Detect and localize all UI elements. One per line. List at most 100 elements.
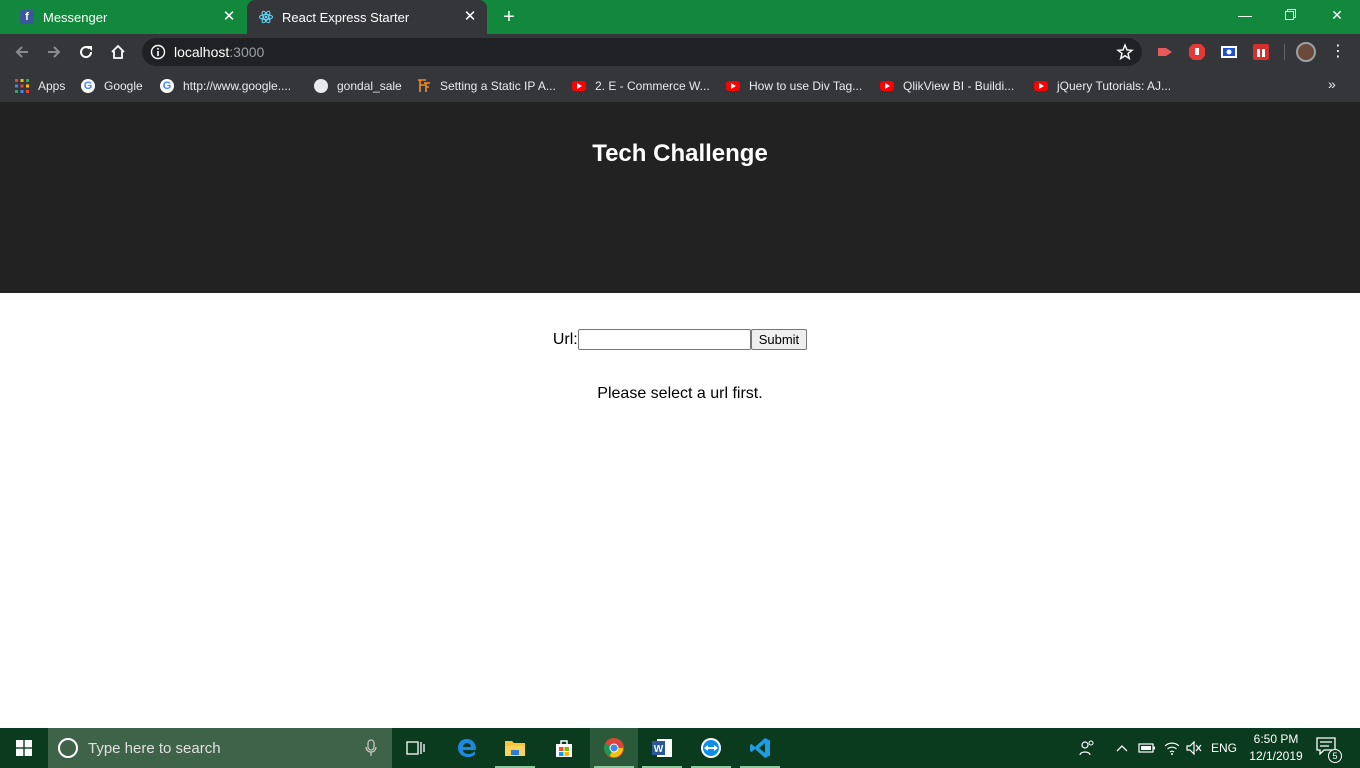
close-icon[interactable]: ✕ xyxy=(461,8,479,26)
page-title: Tech Challenge xyxy=(592,140,768,167)
extension-adblock-icon[interactable] xyxy=(1188,43,1206,61)
bookmark-label: http://www.google.... xyxy=(183,79,292,93)
submit-button[interactable]: Submit xyxy=(750,329,808,350)
browser-tabstrip: f Messenger ✕ React Express Starter ✕ + … xyxy=(0,0,1360,34)
edge-icon xyxy=(458,739,476,757)
notification-count-badge: 5 xyxy=(1328,749,1342,763)
extension-cast-icon[interactable] xyxy=(1156,43,1174,61)
language-indicator[interactable]: ENG xyxy=(1208,728,1240,768)
extension-gift-icon[interactable] xyxy=(1252,43,1270,61)
teamviewer-icon xyxy=(701,738,721,758)
people-icon[interactable] xyxy=(1074,728,1100,768)
youtube-icon xyxy=(879,78,895,94)
task-view-button[interactable] xyxy=(392,728,440,768)
youtube-icon xyxy=(571,78,587,94)
home-icon xyxy=(111,44,125,59)
folder-icon xyxy=(505,741,525,756)
bookmark-label: Apps xyxy=(38,79,66,93)
back-button[interactable] xyxy=(8,38,36,66)
minimize-button[interactable]: — xyxy=(1222,0,1268,30)
volume-muted-icon[interactable] xyxy=(1183,728,1205,768)
youtube-icon xyxy=(725,78,741,94)
arrow-right-icon xyxy=(48,46,61,58)
bookmark-label: QlikView BI - Buildi... xyxy=(903,79,1015,93)
tab-title: Messenger xyxy=(43,9,108,25)
bookmark-label: How to use Div Tag... xyxy=(749,79,863,93)
site-icon xyxy=(416,78,432,94)
windows-taskbar: Type here to search W ENG 6:50 PM 12/1/2… xyxy=(0,728,1360,768)
bookmark-label: jQuery Tutorials: AJ... xyxy=(1057,79,1172,93)
taskbar-vscode[interactable] xyxy=(736,728,784,768)
bookmark-label: Setting a Static IP A... xyxy=(440,79,556,93)
page-header: Tech Challenge xyxy=(0,102,1360,293)
bookmark-static-ip[interactable]: Setting a Static IP A... xyxy=(416,76,556,96)
vscode-icon xyxy=(750,738,770,758)
bookmark-google-url[interactable]: G http://www.google.... xyxy=(159,76,291,96)
close-window-button[interactable]: ✕ xyxy=(1314,0,1360,30)
bookmark-google[interactable]: G Google xyxy=(80,76,143,96)
bookmark-apps[interactable]: Apps xyxy=(14,76,65,96)
tab-title: React Express Starter xyxy=(282,9,410,25)
bookmark-gondal-sale[interactable]: gondal_sale xyxy=(313,76,402,96)
microphone-icon[interactable] xyxy=(364,739,378,757)
bookmark-star-icon[interactable] xyxy=(1116,43,1134,61)
browser-toolbar: localhost:3000 ⋮ xyxy=(0,34,1360,70)
url-label: Url: xyxy=(552,330,578,348)
taskbar-store[interactable] xyxy=(540,728,588,768)
clock-time: 6:50 PM xyxy=(1253,732,1299,746)
address-bar[interactable]: localhost:3000 xyxy=(142,38,1142,66)
taskbar-word[interactable]: W xyxy=(638,728,686,768)
task-view-icon xyxy=(406,741,425,755)
google-icon: G xyxy=(80,78,96,94)
arrow-left-icon xyxy=(15,46,28,58)
chevron-up-icon[interactable] xyxy=(1112,728,1132,768)
chrome-icon xyxy=(604,738,624,758)
bookmark-qlikview[interactable]: QlikView BI - Buildi... xyxy=(879,76,1014,96)
forward-button[interactable] xyxy=(40,38,68,66)
more-menu-icon[interactable]: ⋮ xyxy=(1330,42,1346,62)
word-icon: W xyxy=(652,739,672,757)
windows-logo-icon xyxy=(16,740,32,756)
bookmark-jquery[interactable]: jQuery Tutorials: AJ... xyxy=(1033,76,1171,96)
svg-text:W: W xyxy=(654,744,664,755)
taskbar-search[interactable]: Type here to search xyxy=(48,728,392,768)
cortana-icon xyxy=(58,738,78,758)
taskbar-file-explorer[interactable] xyxy=(491,728,539,768)
google-icon: G xyxy=(159,78,175,94)
store-icon xyxy=(556,740,572,757)
bookmark-ecommerce[interactable]: 2. E - Commerce W... xyxy=(571,76,710,96)
wifi-icon[interactable] xyxy=(1161,728,1183,768)
reload-icon xyxy=(80,46,93,59)
new-tab-button[interactable]: + xyxy=(497,5,521,29)
bookmark-label: gondal_sale xyxy=(337,79,402,93)
start-button[interactable] xyxy=(0,728,48,768)
close-icon[interactable]: ✕ xyxy=(220,8,238,26)
tab-react-express-starter[interactable]: React Express Starter ✕ xyxy=(247,0,487,34)
bookmarks-bar: Apps G Google G http://www.google.... go… xyxy=(0,70,1360,102)
youtube-icon xyxy=(1033,78,1049,94)
profile-avatar[interactable] xyxy=(1296,42,1316,62)
status-message: Please select a url first. xyxy=(597,385,763,402)
taskbar-chrome[interactable] xyxy=(590,728,638,768)
home-button[interactable] xyxy=(104,38,132,66)
bookmark-label: Google xyxy=(104,79,143,93)
system-clock[interactable]: 6:50 PM 12/1/2019 xyxy=(1242,731,1310,765)
info-icon[interactable] xyxy=(150,44,166,60)
extension-screenshot-icon[interactable] xyxy=(1220,43,1238,61)
globe-icon xyxy=(313,78,329,94)
bookmark-div-tag[interactable]: How to use Div Tag... xyxy=(725,76,862,96)
reload-button[interactable] xyxy=(72,38,100,66)
restore-button[interactable] xyxy=(1268,0,1314,30)
tab-messenger[interactable]: f Messenger ✕ xyxy=(0,0,246,34)
toolbar-separator xyxy=(1284,44,1285,60)
battery-icon[interactable] xyxy=(1136,728,1158,768)
search-placeholder: Type here to search xyxy=(88,739,221,757)
chevron-double-right-icon[interactable]: » xyxy=(1328,76,1336,92)
taskbar-teamviewer[interactable] xyxy=(687,728,735,768)
address-url: localhost:3000 xyxy=(174,44,265,60)
clock-date: 12/1/2019 xyxy=(1249,749,1303,763)
react-icon xyxy=(259,10,273,24)
action-center-button[interactable]: 5 xyxy=(1316,737,1342,763)
taskbar-edge[interactable] xyxy=(443,728,491,768)
url-input[interactable] xyxy=(577,329,751,350)
